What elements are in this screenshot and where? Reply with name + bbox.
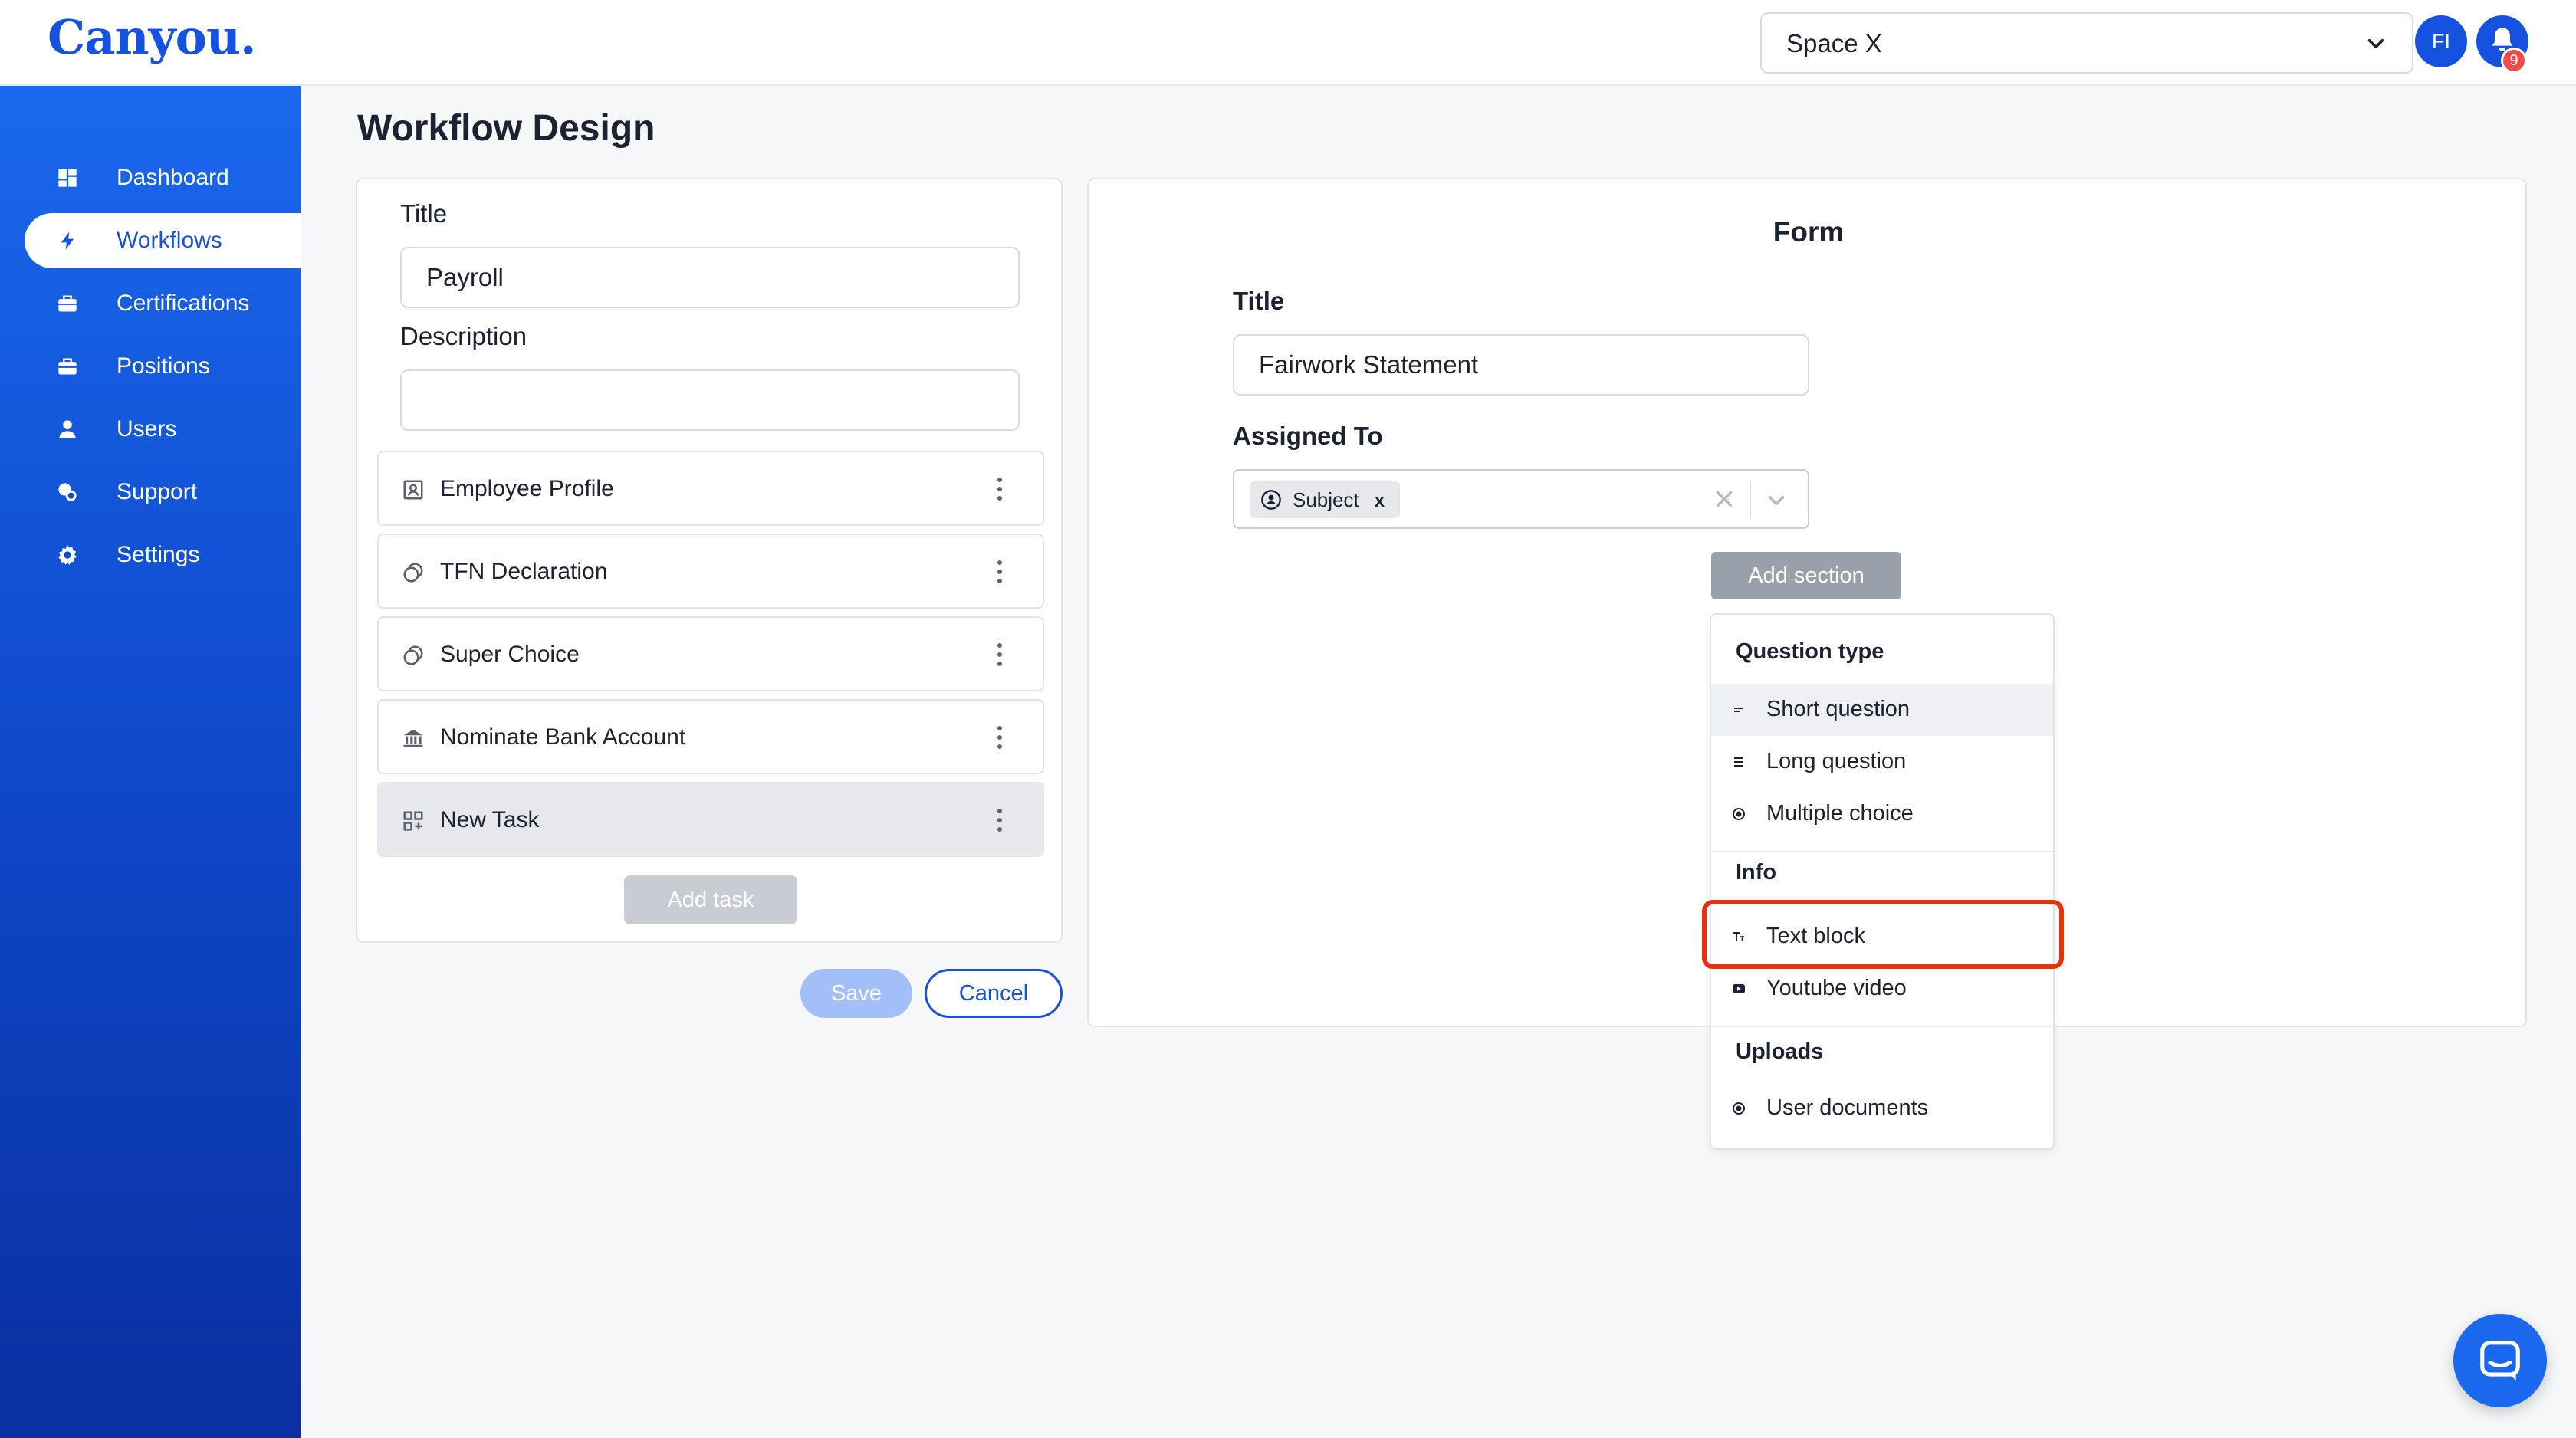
top-bar: Canyou. Space X FI 9 [0,0,2576,86]
task-label: Nominate Bank Account [440,724,686,750]
more-options-icon[interactable] [992,641,1007,668]
menu-item-long-question[interactable]: Long question [1711,736,2053,788]
assignee-chip: Subject x [1250,481,1401,518]
sidebar-item-label: Certifications [117,291,250,316]
sidebar-item-positions[interactable]: Positions [25,339,301,394]
task-label: Super Choice [440,642,580,667]
more-options-icon[interactable] [992,558,1007,586]
youtube-icon [1733,984,1745,993]
workflow-title-label: Title [400,199,448,228]
task-label: New Task [440,807,540,832]
menu-group-question-type: Question type [1736,639,1884,664]
sidebar-item-label: Settings [117,542,200,567]
chevron-down-icon[interactable] [1763,488,1789,514]
chat-icon [2480,1341,2520,1381]
coins-icon [403,645,423,665]
save-button[interactable]: Save [800,969,912,1018]
bank-icon [403,729,423,747]
sidebar-item-label: Users [117,416,177,442]
person-pin-icon [1261,490,1281,510]
chip-remove-icon[interactable]: x [1375,491,1385,511]
add-section-menu: Question type Short question Long questi… [1710,613,2055,1150]
space-selector-value: Space X [1786,29,1882,57]
profile-icon [403,480,423,500]
support-icon [58,483,77,501]
sidebar-item-users[interactable]: Users [25,402,301,457]
sidebar-item-label: Workflows [117,228,222,253]
sidebar-item-workflows[interactable]: Workflows [25,213,301,268]
highlight-box [1702,900,2064,969]
menu-item-user-documents[interactable]: User documents [1711,1082,2053,1134]
dashboard-icon [58,169,77,187]
sidebar-item-support[interactable]: Support [25,465,301,520]
sidebar-item-label: Positions [117,353,210,379]
add-task-button[interactable]: Add task [624,875,797,924]
page-title: Workflow Design [357,108,656,149]
gear-icon [58,545,77,565]
workflow-title-input[interactable]: Payroll [400,247,1020,308]
task-label: Employee Profile [440,476,614,501]
select-separator [1750,481,1751,518]
coins-icon [403,563,423,583]
menu-item-label: Long question [1766,749,1907,773]
assigned-to-label: Assigned To [1233,422,1383,450]
menu-item-label: Youtube video [1766,976,1907,1000]
clear-icon[interactable] [1711,486,1737,512]
add-section-button[interactable]: Add section [1711,552,1901,599]
assignee-chip-label: Subject [1293,488,1359,511]
task-new-task[interactable]: New Task [377,782,1044,857]
assigned-to-select[interactable]: Subject x [1233,469,1809,529]
menu-item-multiple-choice[interactable]: Multiple choice [1711,788,2053,840]
menu-item-label: Multiple choice [1766,801,1914,826]
workflow-description-label: Description [400,322,527,350]
space-selector[interactable]: Space X [1760,12,2413,74]
bolt-icon [61,231,74,250]
sidebar-item-dashboard[interactable]: Dashboard [25,150,301,205]
sidebar-item-settings[interactable]: Settings [25,527,301,583]
more-options-icon[interactable] [992,475,1007,503]
chat-launcher-button[interactable] [2453,1314,2547,1407]
chevron-down-icon [2367,38,2384,49]
menu-item-label: Short question [1766,697,1911,721]
more-options-icon[interactable] [992,724,1007,751]
sidebar-item-certifications[interactable]: Certifications [25,276,301,331]
cancel-button[interactable]: Cancel [925,969,1063,1018]
briefcase-icon [58,358,77,375]
more-options-icon[interactable] [992,806,1007,834]
form-heading: Form [1773,216,1845,248]
user-avatar[interactable]: FI [2415,15,2467,67]
radio-icon [1733,808,1745,820]
form-title-label: Title [1233,287,1285,315]
menu-item-youtube-video[interactable]: Youtube video [1711,963,2053,1015]
menu-divider [1711,1026,2053,1027]
task-label: TFN Declaration [440,559,608,584]
task-super-choice[interactable]: Super Choice [377,616,1044,691]
user-icon [59,420,76,438]
sidebar-item-label: Support [117,479,198,504]
app-logo[interactable]: Canyou. [48,9,257,65]
menu-item-label: User documents [1766,1095,1929,1120]
menu-group-uploads: Uploads [1736,1039,1824,1064]
briefcase-icon [58,295,77,312]
task-tfn-declaration[interactable]: TFN Declaration [377,534,1044,609]
workflow-details-card: Title Payroll Description Employee Profi… [356,178,1063,943]
notification-count-badge: 9 [2501,48,2527,74]
long-text-icon [1734,757,1743,767]
menu-group-info: Info [1736,860,1777,885]
workflow-description-input[interactable] [400,369,1020,431]
task-nominate-bank-account[interactable]: Nominate Bank Account [377,699,1044,774]
task-employee-profile[interactable]: Employee Profile [377,451,1044,526]
short-text-icon [1734,708,1743,712]
menu-divider [1711,851,2053,852]
grid-add-icon [403,811,423,831]
menu-item-short-question[interactable]: Short question [1711,684,2053,736]
sidebar-item-label: Dashboard [117,165,229,190]
form-title-input[interactable]: Fairwork Statement [1233,334,1809,396]
sidebar: Dashboard Workflows Certifications Posit… [0,86,301,1438]
radio-icon [1733,1102,1745,1115]
